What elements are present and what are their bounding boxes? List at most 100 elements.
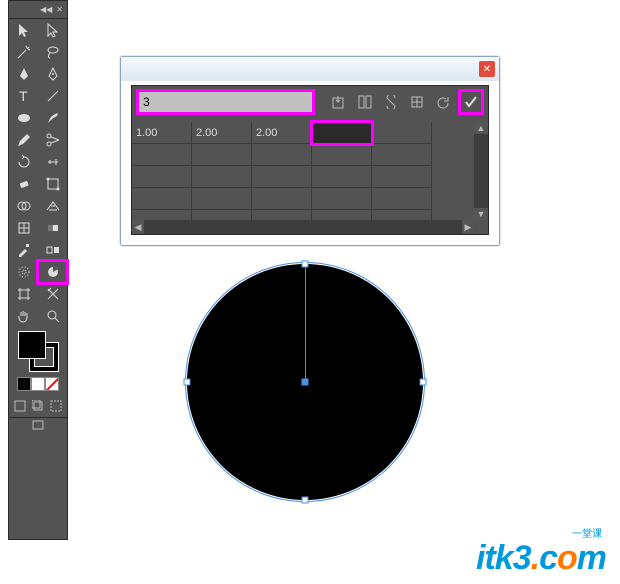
table-cell[interactable]: [372, 188, 432, 210]
watermark-o: o: [557, 539, 577, 577]
hand-tool[interactable]: [9, 305, 38, 327]
paintbrush-tool[interactable]: [38, 107, 67, 129]
pen-tool[interactable]: [9, 63, 38, 85]
panel-body: 1.00 2.00 2.00: [131, 85, 489, 235]
color-mode-gradient[interactable]: [31, 377, 45, 391]
import-data-icon[interactable]: [330, 93, 348, 111]
vertical-scrollbar[interactable]: ▲ ▼: [474, 122, 488, 220]
fill-swatch[interactable]: [18, 331, 46, 359]
scissors-tool[interactable]: [38, 129, 67, 151]
watermark-dot: .: [531, 539, 539, 577]
table-cell[interactable]: [312, 166, 372, 188]
draw-behind-icon[interactable]: [31, 399, 45, 413]
pencil-tool[interactable]: [9, 129, 38, 151]
artboard-tool[interactable]: [9, 283, 38, 305]
color-mode-solid[interactable]: [17, 377, 31, 391]
scroll-up-icon[interactable]: ▲: [474, 122, 488, 134]
apply-button[interactable]: [460, 91, 482, 113]
draw-inside-icon[interactable]: [49, 399, 63, 413]
gradient-tool[interactable]: [38, 217, 67, 239]
anchor-right[interactable]: [419, 379, 426, 386]
table-cell[interactable]: 2.00: [252, 122, 312, 144]
collapse-icon[interactable]: ◀◀: [40, 5, 52, 14]
ellipse-tool[interactable]: [9, 107, 38, 129]
watermark-c: c: [539, 539, 557, 577]
symbol-sprayer-tool[interactable]: [9, 261, 38, 283]
table-cell[interactable]: [192, 144, 252, 166]
panel-toolbar: [132, 86, 488, 118]
perspective-grid-tool[interactable]: [38, 195, 67, 217]
canvas-circle-selection[interactable]: [185, 262, 425, 502]
anchor-left[interactable]: [184, 379, 191, 386]
horizontal-scrollbar[interactable]: ◀ ▶: [132, 220, 474, 234]
table-cell[interactable]: [252, 188, 312, 210]
table-cell[interactable]: 2.00: [192, 122, 252, 144]
table-cell[interactable]: 1.00: [132, 122, 192, 144]
color-mode-row: [17, 377, 59, 391]
zoom-tool[interactable]: [38, 305, 67, 327]
watermark-logo: itk3.com: [476, 539, 606, 578]
watermark-subtitle: 一堂课: [572, 525, 602, 540]
scroll-right-icon[interactable]: ▶: [462, 220, 474, 234]
line-segment-tool[interactable]: [38, 85, 67, 107]
table-cell[interactable]: [132, 188, 192, 210]
center-point[interactable]: [302, 379, 309, 386]
direct-selection-tool[interactable]: [38, 19, 67, 41]
color-mode-none[interactable]: [45, 377, 59, 391]
scroll-left-icon[interactable]: ◀: [132, 220, 144, 234]
table-cell[interactable]: [312, 188, 372, 210]
tools-panel: ◀◀ ✕ T: [8, 0, 68, 540]
color-swatch-area: [9, 327, 67, 395]
table-cell[interactable]: [192, 188, 252, 210]
screen-mode-button[interactable]: [9, 417, 67, 431]
table-cell[interactable]: [312, 144, 372, 166]
watermark-text: itk3: [476, 539, 531, 577]
graph-data-panel: ✕ 1.00 2.00 2.00: [120, 56, 500, 246]
slice-tool[interactable]: [38, 283, 67, 305]
table-cell[interactable]: [372, 166, 432, 188]
type-tool[interactable]: T: [9, 85, 38, 107]
data-table[interactable]: 1.00 2.00 2.00: [132, 122, 474, 220]
table-row: [132, 166, 474, 188]
width-tool[interactable]: [38, 151, 67, 173]
watermark-m: m: [577, 539, 606, 577]
table-cell-active[interactable]: [312, 122, 372, 144]
table-cell[interactable]: [132, 144, 192, 166]
svg-text:T: T: [19, 88, 28, 104]
table-row: [132, 144, 474, 166]
tools-grid: T: [9, 19, 67, 327]
table-cell[interactable]: [192, 166, 252, 188]
blend-tool[interactable]: [38, 239, 67, 261]
curvature-tool[interactable]: [38, 63, 67, 85]
magic-wand-tool[interactable]: [9, 41, 38, 63]
free-transform-tool[interactable]: [38, 173, 67, 195]
panel-titlebar[interactable]: ✕: [121, 57, 499, 81]
lasso-tool[interactable]: [38, 41, 67, 63]
shape-builder-tool[interactable]: [9, 195, 38, 217]
eyedropper-tool[interactable]: [9, 239, 38, 261]
close-button[interactable]: ✕: [479, 61, 495, 77]
table-cell[interactable]: [252, 144, 312, 166]
entry-field[interactable]: [138, 91, 313, 113]
switch-xy-icon[interactable]: [382, 93, 400, 111]
cell-style-icon[interactable]: [408, 93, 426, 111]
mesh-tool[interactable]: [9, 217, 38, 239]
fill-stroke-swatch[interactable]: [18, 331, 58, 371]
pie-graph-tool[interactable]: [38, 261, 67, 283]
anchor-bottom[interactable]: [302, 496, 309, 503]
eraser-tool[interactable]: [9, 173, 38, 195]
table-cell[interactable]: [372, 122, 432, 144]
revert-icon[interactable]: [434, 93, 452, 111]
screen-mode-row: [9, 395, 67, 417]
anchor-top[interactable]: [302, 261, 309, 268]
panel-header: ◀◀ ✕: [9, 1, 67, 19]
table-cell[interactable]: [252, 166, 312, 188]
rotate-tool[interactable]: [9, 151, 38, 173]
close-icon[interactable]: ✕: [56, 5, 63, 14]
table-cell[interactable]: [372, 144, 432, 166]
transpose-icon[interactable]: [356, 93, 374, 111]
selection-tool[interactable]: [9, 19, 38, 41]
table-cell[interactable]: [132, 166, 192, 188]
scroll-down-icon[interactable]: ▼: [474, 208, 488, 220]
draw-normal-icon[interactable]: [13, 399, 27, 413]
